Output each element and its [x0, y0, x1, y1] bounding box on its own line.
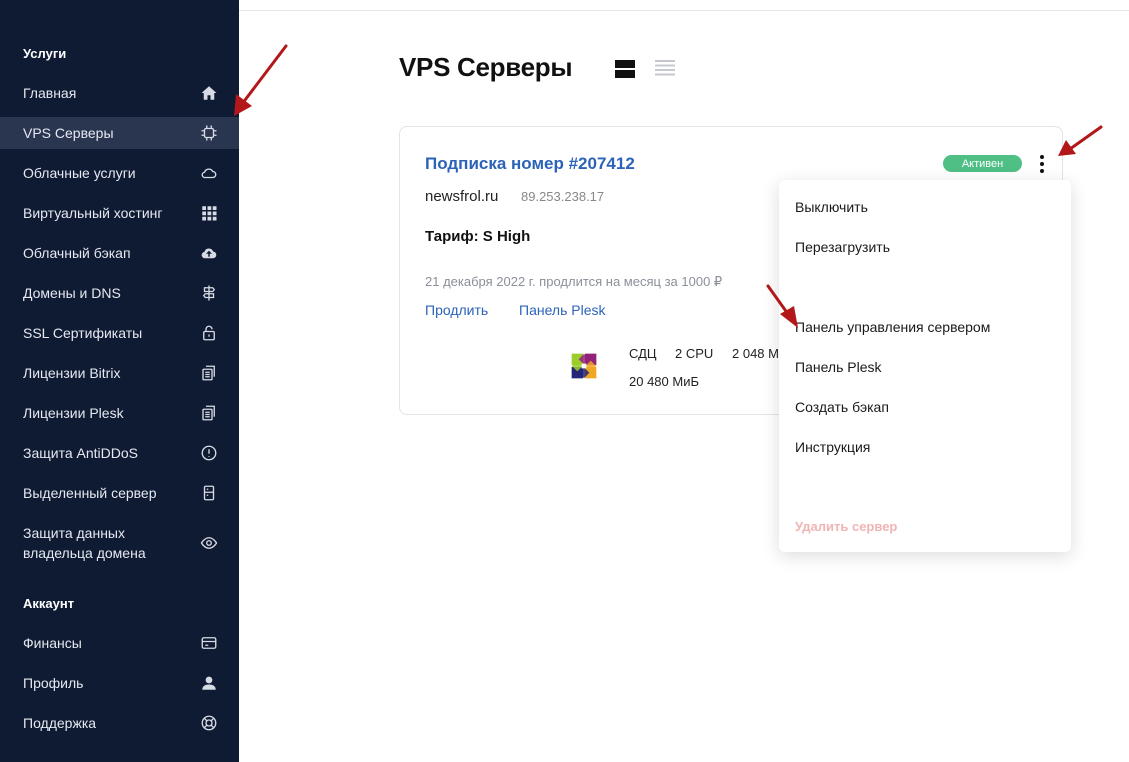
- menu-item-delete-server[interactable]: Удалить сервер: [795, 519, 897, 534]
- centos-logo-icon: [571, 353, 597, 379]
- menu-item-plesk-panel[interactable]: Панель Plesk: [795, 359, 882, 375]
- server-actions-menu: Выключить Перезагрузить Панель управлени…: [779, 180, 1071, 552]
- server-ip: 89.253.238.17: [521, 189, 605, 204]
- grid-view-icon: [615, 60, 635, 78]
- menu-item-server-control-panel[interactable]: Панель управления сервером: [795, 319, 990, 335]
- spec-cpu: 2 CPU: [675, 346, 714, 361]
- list-view-icon: [655, 60, 675, 76]
- sidebar-section-services: Услуги: [23, 46, 67, 61]
- list-view-button[interactable]: [654, 58, 676, 80]
- spec-disk-type: СДЦ: [629, 346, 657, 361]
- sidebar-item-cloud-backup[interactable]: Облачный бэкап: [0, 237, 239, 269]
- alert-circle-icon: [199, 443, 219, 463]
- more-options-button[interactable]: [1030, 151, 1054, 177]
- sidebar-item-ssl-certificates[interactable]: SSL Сертификаты: [0, 317, 239, 349]
- menu-item-reboot[interactable]: Перезагрузить: [795, 239, 890, 255]
- cloud-upload-icon: [199, 243, 219, 263]
- documents-icon: [199, 403, 219, 423]
- sidebar: Услуги Главная VPS Серверы Облачные услу…: [0, 0, 239, 762]
- renewal-info: 21 декабря 2022 г. продлится на месяц за…: [425, 274, 723, 289]
- tariff-label: Тариф: S High: [425, 228, 531, 245]
- menu-item-shutdown[interactable]: Выключить: [795, 199, 868, 215]
- chip-icon: [199, 123, 219, 143]
- sidebar-item-home[interactable]: Главная: [0, 77, 239, 109]
- server-icon: [199, 483, 219, 503]
- menu-item-instructions[interactable]: Инструкция: [795, 439, 870, 455]
- status-badge: Активен: [943, 155, 1022, 172]
- lifebuoy-icon: [199, 713, 219, 733]
- renew-link[interactable]: Продлить: [425, 302, 488, 318]
- spec-ram: 2 048 М: [732, 346, 779, 361]
- sidebar-item-bitrix-licenses[interactable]: Лицензии Bitrix: [0, 357, 239, 389]
- spec-disk: 20 480 МиБ: [629, 374, 699, 389]
- sidebar-item-plesk-licenses[interactable]: Лицензии Plesk: [0, 397, 239, 429]
- sidebar-item-dedicated-server[interactable]: Выделенный сервер: [0, 477, 239, 509]
- kebab-dot: [1040, 155, 1044, 159]
- sidebar-item-profile[interactable]: Профиль: [0, 667, 239, 699]
- subscription-title-link[interactable]: Подписка номер #207412: [425, 154, 635, 174]
- menu-item-create-backup[interactable]: Создать бэкап: [795, 399, 889, 415]
- kebab-dot: [1040, 169, 1044, 173]
- cloud-icon: [199, 163, 219, 183]
- documents-icon: [199, 363, 219, 383]
- sidebar-item-domains-dns[interactable]: Домены и DNS: [0, 277, 239, 309]
- credit-card-icon: [199, 633, 219, 653]
- home-icon: [199, 83, 219, 103]
- grid-icon: [199, 203, 219, 223]
- server-domain: newsfrol.ru: [425, 188, 499, 205]
- plesk-panel-link[interactable]: Панель Plesk: [519, 302, 606, 318]
- user-icon: [199, 673, 219, 693]
- top-divider: [239, 10, 1129, 11]
- grid-view-button[interactable]: [614, 58, 636, 80]
- kebab-dot: [1040, 162, 1044, 166]
- sidebar-item-support[interactable]: Поддержка: [0, 707, 239, 739]
- sidebar-item-domain-privacy[interactable]: Защита данных владельца домена: [0, 519, 239, 567]
- lock-icon: [199, 323, 219, 343]
- sidebar-item-vps-servers[interactable]: VPS Серверы: [0, 117, 239, 149]
- page-title: VPS Серверы: [399, 52, 573, 82]
- sidebar-item-cloud-services[interactable]: Облачные услуги: [0, 157, 239, 189]
- sidebar-item-virtual-hosting[interactable]: Виртуальный хостинг: [0, 197, 239, 229]
- eye-icon: [199, 533, 219, 553]
- sidebar-item-antiddos[interactable]: Защита AntiDDoS: [0, 437, 239, 469]
- sidebar-section-account: Аккаунт: [23, 596, 75, 611]
- sidebar-item-finances[interactable]: Финансы: [0, 627, 239, 659]
- signpost-icon: [199, 283, 219, 303]
